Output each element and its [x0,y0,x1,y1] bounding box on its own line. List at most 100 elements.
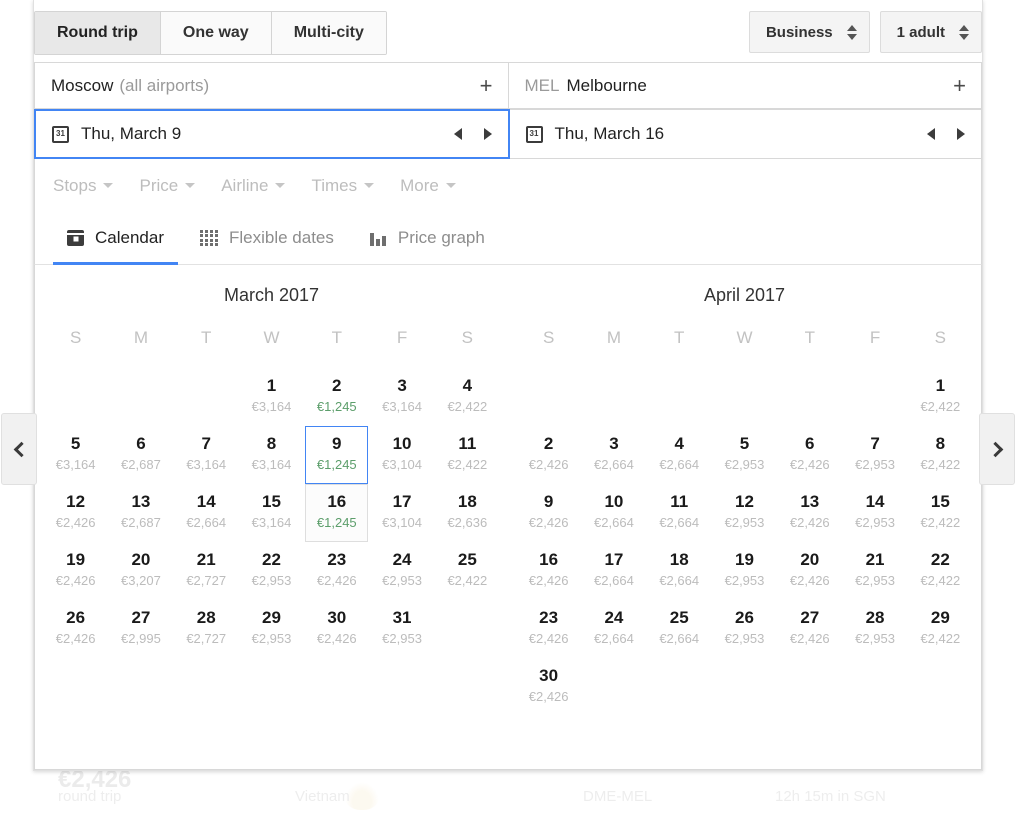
add-origin-icon[interactable]: + [480,74,493,97]
filter-times[interactable]: Times [311,176,375,196]
filter-price[interactable]: Price [139,176,196,196]
filter-stops[interactable]: Stops [53,176,114,196]
month-march: March 2017 S M T W T F S 1 €3,164 2 €1,245 3 €3,164 4 €… [35,279,508,743]
depart-date-prev-icon[interactable] [453,128,462,140]
calendar-day-cell[interactable]: 4 €2,422 [436,368,499,426]
calendar-day-cell[interactable]: 19 €2,953 [713,542,776,600]
calendar-day-cell[interactable]: 10 €2,664 [582,484,645,542]
cabin-class-select[interactable]: Business [748,11,870,53]
calendar-day-cell[interactable]: 29 €2,953 [240,600,303,658]
calendar-day-cell[interactable]: 24 €2,664 [582,600,645,658]
return-date-prev-icon[interactable] [927,128,935,140]
calendar-day-number: 28 [196,608,216,627]
calendar-day-cell[interactable]: 20 €3,207 [109,542,172,600]
tab-flexible-dates[interactable]: Flexible dates [186,212,348,264]
tab-calendar[interactable]: Calendar [53,212,178,265]
calendar-day-cell[interactable]: 8 €2,422 [909,426,972,484]
calendar-day-cell[interactable]: 2 €1,245 [305,368,368,426]
calendar-day-cell[interactable]: 9 €1,245 [305,426,369,484]
destination-input[interactable]: MEL Melbourne + [507,62,982,109]
trip-type-round-trip[interactable]: Round trip [35,12,161,54]
calendar-day-cell[interactable]: 3 €3,164 [370,368,433,426]
calendar-day-empty [648,368,711,426]
calendar-day-cell[interactable]: 17 €2,664 [582,542,645,600]
calendar-day-cell[interactable]: 6 €2,687 [109,426,172,484]
calendar-day-cell[interactable]: 23 €2,426 [305,542,368,600]
calendar-body: March 2017 S M T W T F S 1 €3,164 2 €1,245 3 €3,164 4 €… [1,265,1015,770]
calendar-day-cell[interactable]: 22 €2,953 [240,542,303,600]
calendar-day-cell[interactable]: 16 €1,245 [305,484,369,542]
calendar-day-cell[interactable]: 5 €2,953 [713,426,776,484]
weekday-label: M [606,328,621,347]
calendar-day-cell[interactable]: 21 €2,727 [175,542,238,600]
calendar-day-cell[interactable]: 29 €2,422 [909,600,972,658]
calendar-day-cell[interactable]: 25 €2,664 [648,600,711,658]
calendar-day-cell[interactable]: 30 €2,426 [305,600,368,658]
updown-arrows-icon [846,24,857,40]
calendar-day-cell[interactable]: 1 €2,422 [909,368,972,426]
calendar-day-cell[interactable]: 13 €2,426 [778,484,841,542]
calendar-day-cell[interactable]: 28 €2,727 [175,600,238,658]
passenger-count-select[interactable]: 1 adult [879,11,982,53]
calendar-day-cell[interactable]: 26 €2,426 [44,600,107,658]
calendar-day-cell[interactable]: 15 €3,164 [240,484,303,542]
calendar-day-cell[interactable]: 27 €2,995 [109,600,172,658]
calendar-day-cell[interactable]: 11 €2,664 [648,484,711,542]
return-date-next-icon[interactable] [957,128,965,140]
calendar-day-cell[interactable]: 18 €2,664 [648,542,711,600]
calendar-day-cell[interactable]: 5 €3,164 [44,426,107,484]
calendar-day-cell[interactable]: 3 €2,664 [582,426,645,484]
calendar-day-cell[interactable]: 13 €2,687 [109,484,172,542]
filter-more-label: More [400,175,439,195]
calendar-day-cell[interactable]: 14 €2,953 [843,484,906,542]
calendar-day-cell[interactable]: 21 €2,953 [843,542,906,600]
calendar-day-empty [713,368,776,426]
calendar-day-cell[interactable]: 7 €2,953 [843,426,906,484]
calendar-day-price: €2,664 [659,515,700,531]
calendar-day-cell[interactable]: 6 €2,426 [778,426,841,484]
origin-input[interactable]: Moscow (all airports) + [34,62,509,109]
calendar-day-number: 7 [870,434,880,453]
depart-date-next-icon[interactable] [483,128,492,140]
calendar-day-cell[interactable]: 30 €2,426 [517,658,580,716]
trip-type-multi-city[interactable]: Multi-city [271,12,386,54]
calendar-day-cell[interactable]: 16 €2,426 [517,542,580,600]
calendar-day-cell[interactable]: 12 €2,426 [44,484,107,542]
calendar-day-cell[interactable]: 28 €2,953 [843,600,906,658]
calendar-day-cell[interactable]: 18 €2,636 [436,484,499,542]
next-month-button[interactable] [979,413,1015,485]
calendar-day-cell[interactable]: 4 €2,664 [648,426,711,484]
return-date-field[interactable]: 31 Thu, March 16 [508,109,982,159]
calendar-day-cell[interactable]: 11 €2,422 [436,426,499,484]
calendar-day-cell[interactable]: 1 €3,164 [240,368,303,426]
calendar-day-cell[interactable]: 31 €2,953 [370,600,433,658]
filter-more[interactable]: More [400,176,456,196]
calendar-day-cell[interactable]: 2 €2,426 [517,426,580,484]
filter-airline[interactable]: Airline [221,176,286,196]
previous-month-button[interactable] [1,413,37,485]
calendar-day-cell[interactable]: 9 €2,426 [517,484,580,542]
calendar-day-price: €2,422 [920,515,961,531]
calendar-day-cell[interactable]: 27 €2,426 [778,600,841,658]
calendar-day-cell[interactable]: 10 €3,104 [370,426,433,484]
calendar-day-cell[interactable]: 14 €2,664 [175,484,238,542]
calendar-day-cell[interactable]: 26 €2,953 [713,600,776,658]
calendar-day-number: 8 [266,434,277,453]
calendar-day-cell[interactable]: 15 €2,422 [909,484,972,542]
calendar-day-cell[interactable]: 7 €3,164 [175,426,238,484]
calendar-day-number: 2 [543,434,554,453]
depart-date-field[interactable]: 31 Thu, March 9 [34,109,510,159]
calendar-day-cell[interactable]: 20 €2,426 [778,542,841,600]
calendar-day-cell[interactable]: 19 €2,426 [44,542,107,600]
add-destination-icon[interactable]: + [953,74,966,97]
calendar-day-number: 11 [670,492,689,511]
calendar-day-cell[interactable]: 24 €2,953 [370,542,433,600]
calendar-day-cell[interactable]: 23 €2,426 [517,600,580,658]
tab-price-graph[interactable]: Price graph [356,212,499,264]
calendar-day-cell[interactable]: 12 €2,953 [713,484,776,542]
calendar-day-cell[interactable]: 8 €3,164 [240,426,303,484]
calendar-day-cell[interactable]: 25 €2,422 [436,542,499,600]
calendar-day-cell[interactable]: 17 €3,104 [370,484,433,542]
trip-type-one-way[interactable]: One way [160,12,272,54]
calendar-day-cell[interactable]: 22 €2,422 [909,542,972,600]
